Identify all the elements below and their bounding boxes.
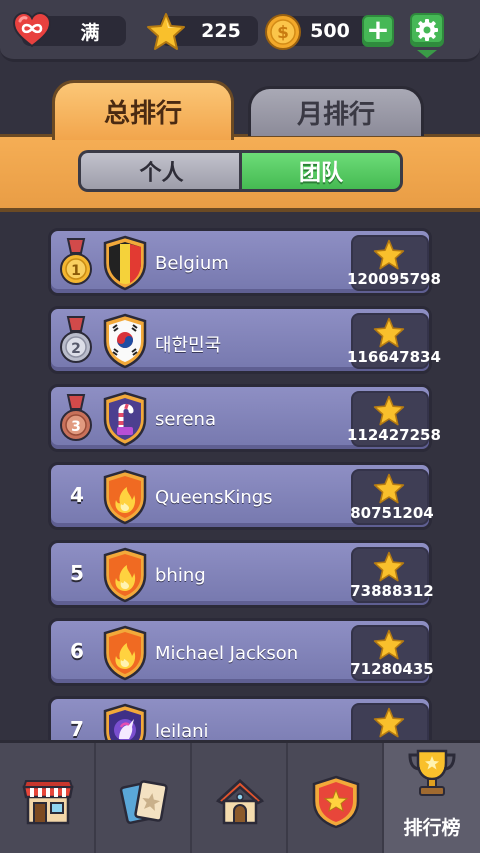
belgium-flag-shield-icon — [103, 235, 147, 291]
tab-total-ranking[interactable]: 总排行 — [52, 80, 234, 140]
settings-button[interactable] — [410, 13, 444, 47]
leaderboard-row[interactable]: 6 Michael Jackson 71280435 — [48, 618, 434, 686]
star-icon — [373, 395, 405, 426]
score-box: 65104111 — [350, 703, 434, 740]
team-name: leilani — [155, 721, 209, 740]
flame-shield-icon — [103, 469, 147, 525]
nav-team[interactable] — [288, 743, 384, 853]
flame-shield-icon — [103, 625, 147, 681]
score-box: 112427258 — [347, 391, 441, 447]
rank-number: 7 — [70, 717, 84, 740]
stars-value: 225 — [201, 20, 241, 42]
segment-personal[interactable]: 个人 — [78, 150, 242, 192]
score-box: 120095798 — [347, 235, 441, 291]
score-value: 71280435 — [350, 660, 434, 678]
star-icon — [373, 317, 405, 348]
bronze-medal-icon: 3 — [60, 394, 92, 441]
cards-icon — [119, 780, 168, 825]
candy-cane-shield-icon — [103, 391, 147, 447]
star-icon — [373, 707, 405, 738]
star-icon — [147, 13, 185, 50]
korea-flag-shield-icon — [103, 313, 147, 369]
coin-icon: $ — [265, 14, 301, 50]
score-value: 116647834 — [347, 348, 441, 366]
star-icon — [373, 473, 405, 504]
nav-home[interactable] — [192, 743, 288, 853]
nav-leaderboard[interactable]: 排行榜 — [384, 743, 480, 853]
home-icon — [215, 778, 265, 825]
nav-shop[interactable] — [0, 743, 96, 853]
leaderboard-row[interactable]: 4 QueensKings 80751204 — [48, 462, 434, 530]
gear-icon — [416, 19, 438, 41]
team-name: Michael Jackson — [155, 643, 299, 664]
unicorn-shield-icon — [103, 703, 147, 740]
medal-rank: 2 — [71, 341, 81, 357]
score-box: 80751204 — [350, 469, 434, 525]
leaderboard-row[interactable]: 3 serena 112427258 — [48, 384, 441, 452]
flame-shield-icon — [103, 547, 147, 603]
leaderboard-row[interactable]: 2 대한민국 116647834 — [48, 306, 441, 374]
leaderboard-list[interactable]: 1 Belgium 120095798 2 대한민국 116647834 3 s… — [0, 212, 480, 740]
svg-text:$: $ — [277, 23, 289, 43]
rank-number: 6 — [70, 639, 84, 663]
shop-icon — [22, 780, 74, 825]
score-box: 73888312 — [350, 547, 434, 603]
team-name: QueensKings — [155, 487, 273, 508]
star-icon — [373, 239, 405, 270]
silver-medal-icon: 2 — [60, 316, 92, 363]
team-name: bhing — [155, 565, 206, 586]
bottom-nav: 排行榜 — [0, 740, 480, 853]
medal-rank: 1 — [71, 263, 81, 279]
nav-leaderboard-label: 排行榜 — [403, 817, 461, 839]
score-value: 120095798 — [347, 270, 441, 288]
team-name: Belgium — [155, 253, 229, 274]
star-icon — [373, 629, 405, 660]
nav-cards[interactable] — [96, 743, 192, 853]
score-value: 73888312 — [350, 582, 434, 600]
leaderboard-row[interactable]: 1 Belgium 120095798 — [48, 228, 441, 296]
team-shield-icon — [312, 775, 360, 829]
tab-monthly-ranking[interactable]: 月排行 — [248, 86, 424, 136]
star-icon — [373, 551, 405, 582]
leaderboard-row[interactable]: 7 leilani 65104111 — [48, 696, 434, 740]
team-name: serena — [155, 409, 216, 430]
team-name: 대한민국 — [155, 335, 222, 356]
score-box: 116647834 — [347, 313, 441, 369]
lives-value: 满 — [80, 21, 100, 44]
score-value: 112427258 — [347, 426, 441, 444]
trophy-icon — [408, 749, 456, 796]
rank-number: 4 — [70, 483, 84, 507]
gold-medal-icon: 1 — [60, 238, 92, 285]
heart-icon — [12, 12, 52, 48]
settings-pointer — [417, 50, 437, 58]
segment-team[interactable]: 团队 — [239, 150, 403, 192]
score-value: 80751204 — [350, 504, 434, 522]
medal-rank: 3 — [71, 419, 81, 435]
score-box: 71280435 — [350, 625, 434, 681]
add-coins-button[interactable]: + — [362, 15, 394, 47]
coins-value: 500 — [310, 20, 350, 42]
rank-number: 5 — [70, 561, 84, 585]
leaderboard-row[interactable]: 5 bhing 73888312 — [48, 540, 434, 608]
